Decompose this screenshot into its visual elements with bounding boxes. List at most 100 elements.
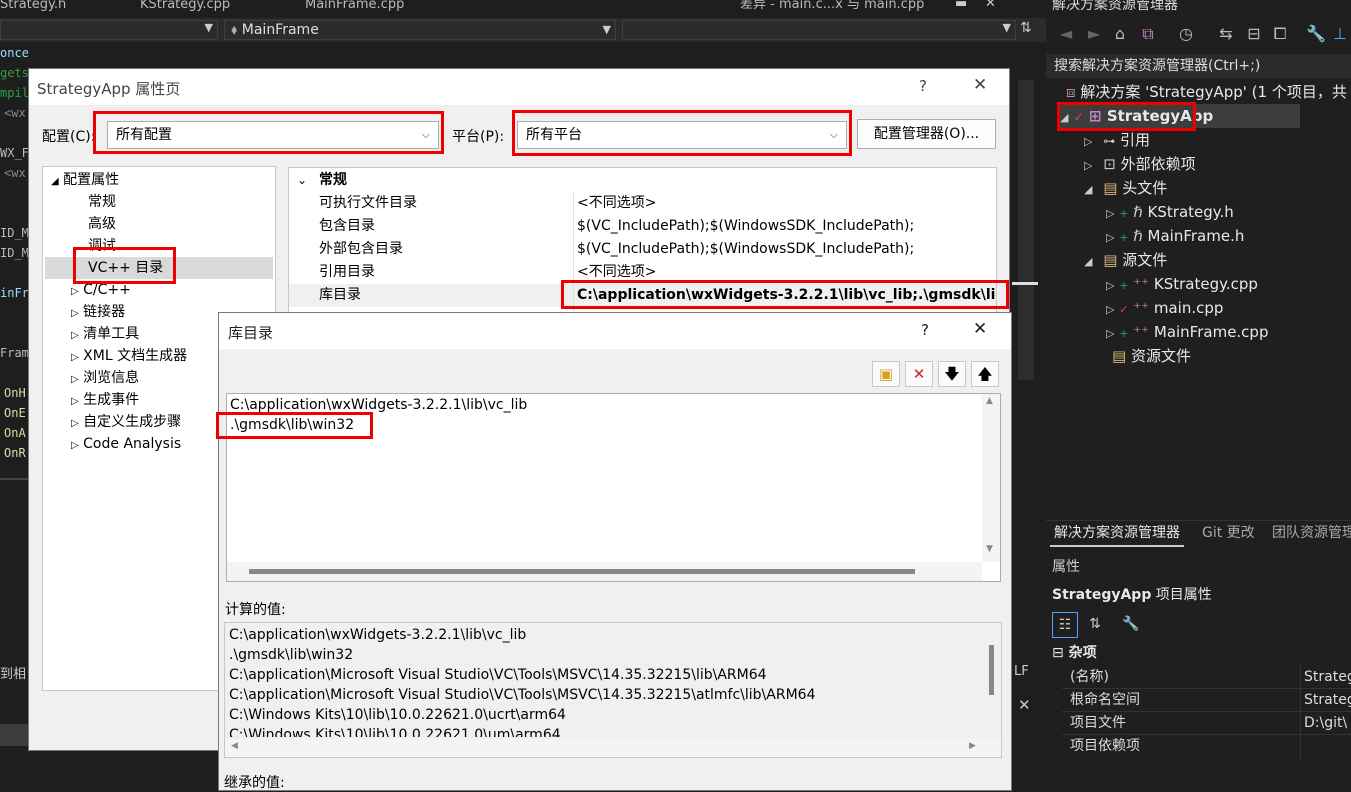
solution-icon: ⧈ <box>1066 83 1076 101</box>
tree-item-external-deps[interactable]: ▷ ⊡ 外部依赖项 <box>1084 152 1196 176</box>
alphabetical-icon[interactable]: ⇅ <box>1082 612 1108 638</box>
tree-item-vc-directories[interactable]: VC++ 目录 <box>45 257 273 279</box>
pin-icon[interactable]: ▬ <box>955 0 967 11</box>
history-icon[interactable]: ◷ <box>1174 22 1198 46</box>
forward-icon[interactable]: ► <box>1082 22 1106 46</box>
property-row[interactable]: 根命名空间 Strateg <box>1062 689 1351 712</box>
tree-item-label: 头文件 <box>1122 179 1168 197</box>
move-down-icon[interactable]: 🡇 <box>938 361 966 387</box>
tree-item-manifest[interactable]: ▷ 清单工具 <box>71 323 139 345</box>
tree-item-cpp[interactable]: ▷ C/C++ <box>71 279 131 301</box>
back-icon[interactable]: ◄ <box>1054 22 1078 46</box>
tree-item-main-cpp[interactable]: ▷ ✓ ⁺⁺ main.cpp <box>1106 296 1223 320</box>
close-icon[interactable]: ✕ <box>973 75 987 95</box>
config-manager-button[interactable]: 配置管理器(O)... <box>857 119 996 149</box>
tree-item-advanced[interactable]: 高级 <box>88 213 116 235</box>
solution-search-box[interactable]: 搜索解决方案资源管理器(Ctrl+;) <box>1046 54 1351 78</box>
tree-item-references[interactable]: ▷ ⊶ 引用 <box>1084 128 1150 152</box>
tree-item-custom-build[interactable]: ▷ 自定义生成步骤 <box>71 411 181 433</box>
property-row[interactable]: 项目文件 D:\git\ <box>1062 712 1351 735</box>
scroll-left-icon[interactable]: ◀ <box>231 741 238 751</box>
properties-category[interactable]: ⊟ 杂项 <box>1052 642 1097 662</box>
directory-list[interactable]: C:\application\wxWidgets-3.2.2.1\lib\vc_… <box>226 393 1001 582</box>
new-folder-icon[interactable]: ▣ <box>872 361 900 387</box>
member-dropdown[interactable]: ⬧ MainFrame ▼ <box>224 20 616 40</box>
line-ending-indicator[interactable]: LF <box>1014 664 1029 679</box>
tree-item-debugging[interactable]: 调试 <box>88 235 116 257</box>
scroll-right-icon[interactable]: ▶ <box>969 741 976 751</box>
tree-item-kstrategy-cpp[interactable]: ▷ + ⁺⁺ KStrategy.cpp <box>1106 272 1258 296</box>
close-icon[interactable]: ✕ <box>1018 696 1031 714</box>
switch-views-icon[interactable]: ⧉ <box>1136 22 1160 46</box>
preview-icon[interactable]: ⊥ <box>1328 22 1351 46</box>
horizontal-scrollbar[interactable]: ◀ ▶ <box>225 739 1001 757</box>
vertical-scrollbar[interactable]: ▲ ▼ <box>982 394 1000 562</box>
grid-row-exe-dirs[interactable]: 可执行文件目录 <不同选项> <box>289 192 996 215</box>
scroll-up-icon[interactable]: ▲ <box>986 396 993 406</box>
config-select[interactable]: 所有配置 ⌵ <box>107 121 439 149</box>
close-icon[interactable]: ✕ <box>985 0 996 11</box>
close-icon[interactable]: ✕ <box>973 319 987 339</box>
function-dropdown[interactable]: ▼ <box>622 20 1016 40</box>
directory-entry[interactable]: C:\application\wxWidgets-3.2.2.1\lib\vc_… <box>230 395 527 415</box>
scroll-down-icon[interactable]: ▼ <box>986 544 993 554</box>
categorized-icon[interactable]: ☷ <box>1052 612 1078 638</box>
grid-value[interactable]: $(VC_IncludePath);$(WindowsSDK_IncludePa… <box>577 215 996 238</box>
scroll-thumb[interactable] <box>989 645 994 695</box>
grid-value[interactable]: <不同选项> <box>577 192 996 215</box>
project-node[interactable]: ◢ ✓ ⊞ StrategyApp <box>1060 104 1300 128</box>
property-pages-icon[interactable]: 🔧 <box>1118 612 1144 638</box>
tree-item-linker[interactable]: ▷ 链接器 <box>71 301 125 323</box>
collapse-all-icon[interactable]: ⊟ <box>1242 22 1266 46</box>
scope-dropdown[interactable]: ▼ <box>0 20 218 40</box>
git-added-icon: + <box>1119 327 1129 340</box>
directory-entry[interactable]: .\gmsdk\lib\win32 <box>230 415 354 435</box>
horizontal-scrollbar[interactable] <box>227 562 982 581</box>
config-select-value: 所有配置 <box>116 127 172 143</box>
grid-value[interactable]: $(VC_IncludePath);$(WindowsSDK_IncludePa… <box>577 238 996 261</box>
help-icon[interactable]: ? <box>921 321 929 339</box>
grid-value[interactable]: C:\application\wxWidgets-3.2.2.1\lib\vc_… <box>577 284 996 307</box>
tab-team-explorer[interactable]: 团队资源管理 <box>1272 521 1351 545</box>
delete-icon[interactable]: ✕ <box>905 361 933 387</box>
grid-row-include-dirs[interactable]: 包含目录 $(VC_IncludePath);$(WindowsSDK_Incl… <box>289 215 996 238</box>
tree-item-mainframe-h[interactable]: ▷ + ℏ MainFrame.h <box>1106 224 1244 248</box>
tree-item-mainframe-cpp[interactable]: ▷ + ⁺⁺ MainFrame.cpp <box>1106 320 1268 344</box>
show-all-files-icon[interactable]: ⧠ <box>1268 22 1292 46</box>
home-icon[interactable]: ⌂ <box>1108 22 1132 46</box>
grid-row-library-dirs[interactable]: 库目录 C:\application\wxWidgets-3.2.2.1\lib… <box>289 284 996 307</box>
split-icon[interactable]: ⇅ <box>1020 20 1032 36</box>
tree-item-kstrategy-h[interactable]: ▷ + ℏ KStrategy.h <box>1106 200 1234 224</box>
editor-tab[interactable]: MainFrame.cpp <box>305 0 455 12</box>
tree-item-general[interactable]: 常规 <box>88 191 116 213</box>
editor-scrollbar[interactable] <box>1018 80 1034 380</box>
cpp-file-icon: ⁺⁺ <box>1133 299 1150 317</box>
tab-git-changes[interactable]: Git 更改 <box>1202 521 1255 545</box>
editor-tab[interactable]: 差异 - main.c...x 与 main.cpp <box>740 0 950 12</box>
help-icon[interactable]: ? <box>919 77 927 95</box>
editor-tab[interactable]: Strategy.h <box>0 0 120 12</box>
tree-root[interactable]: ◢ 配置属性 <box>51 169 119 191</box>
properties-wrench-icon[interactable]: 🔧 <box>1304 22 1328 46</box>
scroll-thumb[interactable] <box>249 569 915 574</box>
grid-row-reference-dirs[interactable]: 引用目录 <不同选项> <box>289 261 996 284</box>
move-up-icon[interactable]: 🡅 <box>971 361 999 387</box>
grid-row-external-include[interactable]: 外部包含目录 $(VC_IncludePath);$(WindowsSDK_In… <box>289 238 996 261</box>
tree-item-build-events[interactable]: ▷ 生成事件 <box>71 389 139 411</box>
grid-section-header[interactable]: ⌄ 常规 <box>289 169 996 192</box>
tree-item-xml-doc[interactable]: ▷ XML 文档生成器 <box>71 345 187 367</box>
tree-item-header-files[interactable]: ◢ ▤ 头文件 <box>1084 176 1167 200</box>
tree-item-browse-info[interactable]: ▷ 浏览信息 <box>71 367 139 389</box>
tree-item-source-files[interactable]: ◢ ▤ 源文件 <box>1084 248 1167 272</box>
solution-node[interactable]: ⧈ 解决方案 'StrategyApp' (1 个项目，共 <box>1066 80 1351 104</box>
property-row[interactable]: (名称) Strateg <box>1062 666 1351 689</box>
sync-icon[interactable]: ⇆ <box>1214 22 1238 46</box>
vertical-scrollbar[interactable] <box>983 623 1001 739</box>
tree-item-resource-files[interactable]: ▤ 资源文件 <box>1112 344 1191 368</box>
platform-select[interactable]: 所有平台 ⌵ <box>517 121 847 149</box>
grid-value[interactable]: <不同选项> <box>577 261 996 284</box>
editor-tab[interactable]: KStrategy.cpp <box>140 0 290 12</box>
tree-item-code-analysis[interactable]: ▷ Code Analysis <box>71 433 181 455</box>
property-row[interactable]: 项目依赖项 <box>1062 735 1351 758</box>
tab-solution-explorer[interactable]: 解决方案资源管理器 <box>1050 521 1184 547</box>
